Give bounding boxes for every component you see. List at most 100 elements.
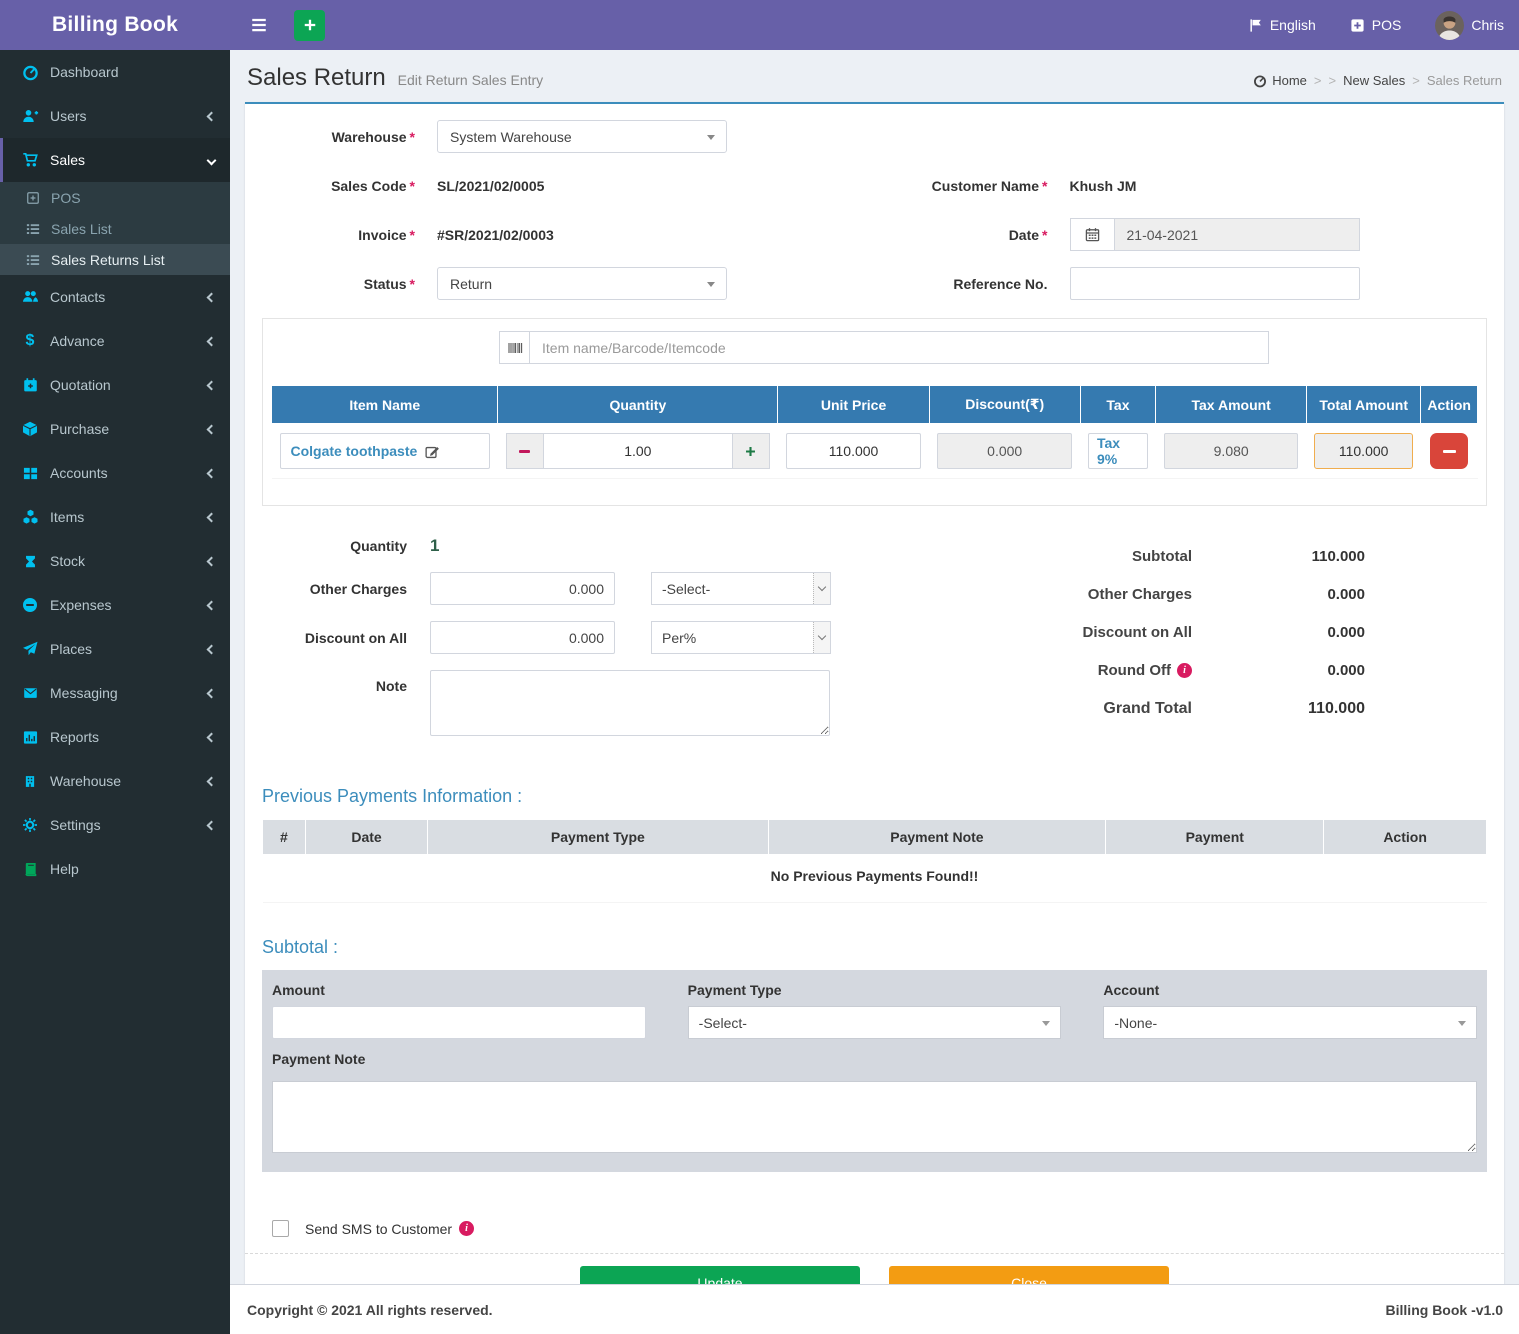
warehouse-select[interactable]: System Warehouse xyxy=(437,120,727,153)
chevron-left-icon xyxy=(207,424,217,434)
sidebar-item-settings[interactable]: Settings xyxy=(0,803,230,847)
sidebar-item-dashboard[interactable]: Dashboard xyxy=(0,50,230,94)
breadcrumb-current: Sales Return xyxy=(1427,73,1502,88)
update-button[interactable]: Update xyxy=(580,1266,860,1284)
quantity-summary-row: Quantity 1 xyxy=(262,536,973,556)
no-payments-message: No Previous Payments Found!! xyxy=(263,855,1487,903)
topbar-main: English POS Chris xyxy=(230,0,1519,50)
payment-type-select[interactable]: -Select- xyxy=(688,1006,1062,1039)
amount-input[interactable] xyxy=(272,1006,646,1039)
sidebar-label: Expenses xyxy=(50,597,208,613)
cubes-icon xyxy=(19,509,41,525)
language-menu[interactable]: English xyxy=(1249,17,1316,33)
date-input[interactable] xyxy=(1114,218,1360,251)
sidebar-label: Places xyxy=(50,641,208,657)
sidebar-item-quotation[interactable]: Quotation xyxy=(0,363,230,407)
chevron-left-icon xyxy=(207,732,217,742)
edit-pencil-icon[interactable] xyxy=(425,444,440,459)
sidebar-item-places[interactable]: Places xyxy=(0,627,230,671)
discount-on-all-input[interactable] xyxy=(430,621,615,654)
calendar-icon[interactable] xyxy=(1070,218,1114,251)
dashboard-gauge-icon xyxy=(19,64,41,81)
other-charges-total-row: Other Charges 0.000 xyxy=(973,586,1488,603)
other-charges-total-value: 0.000 xyxy=(1192,586,1365,603)
quantity-increase-button[interactable] xyxy=(732,433,770,469)
item-name-link[interactable]: Colgate toothpaste xyxy=(280,433,490,469)
send-sms-checkbox[interactable] xyxy=(272,1220,289,1237)
sidebar-item-stock[interactable]: Stock xyxy=(0,539,230,583)
info-icon[interactable] xyxy=(1177,663,1192,678)
tax-amount-input xyxy=(1164,433,1299,469)
account-select[interactable]: -None- xyxy=(1103,1006,1477,1039)
caret-down-icon xyxy=(1458,1021,1466,1026)
amount-label: Amount xyxy=(272,982,646,998)
chevron-left-icon xyxy=(207,688,217,698)
payment-note-textarea[interactable] xyxy=(272,1081,1477,1153)
sidebar-item-expenses[interactable]: Expenses xyxy=(0,583,230,627)
col-payment: Payment xyxy=(1106,820,1324,855)
sidebar-toggle-button[interactable] xyxy=(242,10,276,40)
pos-shortcut[interactable]: POS xyxy=(1350,17,1402,33)
sidebar-item-contacts[interactable]: Contacts xyxy=(0,275,230,319)
subtotal-row: Subtotal 110.000 xyxy=(973,548,1488,565)
sidebar-item-help[interactable]: Help xyxy=(0,847,230,891)
chevron-left-icon xyxy=(207,644,217,654)
sidebar-item-warehouse[interactable]: Warehouse xyxy=(0,759,230,803)
col-item-name: Item Name xyxy=(272,386,498,424)
item-search-input[interactable] xyxy=(529,331,1269,364)
other-charges-input[interactable] xyxy=(430,572,615,605)
sidebar-label: Messaging xyxy=(50,685,208,701)
reference-row: Reference No. xyxy=(895,267,1488,300)
sidebar-item-sales-list[interactable]: Sales List xyxy=(0,213,230,244)
sidebar-label: Stock xyxy=(50,553,208,569)
sidebar-item-reports[interactable]: Reports xyxy=(0,715,230,759)
grand-total-value: 110.000 xyxy=(1192,700,1365,718)
remove-item-button[interactable] xyxy=(1430,433,1468,469)
chevron-left-icon xyxy=(207,336,217,346)
note-textarea[interactable] xyxy=(430,670,830,736)
user-menu[interactable]: Chris xyxy=(1435,11,1504,40)
quantity-decrease-button[interactable] xyxy=(506,433,544,469)
sidebar-item-sales[interactable]: Sales xyxy=(0,138,230,182)
breadcrumb-separator: > xyxy=(1314,73,1322,88)
discount-type-select[interactable]: Per% xyxy=(651,621,831,654)
sidebar-item-users[interactable]: Users xyxy=(0,94,230,138)
unit-price-input[interactable] xyxy=(786,433,922,469)
sidebar-item-advance[interactable]: $ Advance xyxy=(0,319,230,363)
sidebar-label: POS xyxy=(51,190,81,206)
reference-input[interactable] xyxy=(1070,267,1360,300)
discount-total-label: Discount on All xyxy=(1083,624,1192,641)
quantity-input[interactable] xyxy=(544,433,732,469)
other-charges-row: Other Charges -Select- xyxy=(262,572,973,605)
sidebar: Dashboard Users Sales POS xyxy=(0,50,230,1334)
account-field: Account -None- xyxy=(1103,982,1477,1039)
other-charges-total-label: Other Charges xyxy=(1088,586,1192,603)
sidebar-item-accounts[interactable]: Accounts xyxy=(0,451,230,495)
pos-label: POS xyxy=(1372,17,1402,33)
breadcrumb-new-sales[interactable]: New Sales xyxy=(1343,73,1405,88)
sidebar-item-messaging[interactable]: Messaging xyxy=(0,671,230,715)
sidebar-item-pos[interactable]: POS xyxy=(0,182,230,213)
tax-select[interactable]: Tax 9% xyxy=(1088,433,1148,469)
close-button[interactable]: Close xyxy=(889,1266,1169,1284)
divider xyxy=(245,1253,1504,1254)
sidebar-item-purchase[interactable]: Purchase xyxy=(0,407,230,451)
sidebar-label: Settings xyxy=(50,817,208,833)
date-input-group xyxy=(1070,218,1360,251)
info-icon[interactable] xyxy=(459,1221,474,1236)
quick-add-button[interactable] xyxy=(294,10,325,41)
sidebar-item-sales-returns-list[interactable]: Sales Returns List xyxy=(0,244,230,275)
invoice-value: #SR/2021/02/0003 xyxy=(437,227,554,243)
col-tax: Tax xyxy=(1080,386,1156,424)
app-logo[interactable]: Billing Book xyxy=(0,0,230,50)
minus-icon xyxy=(1443,450,1456,453)
other-charges-select[interactable]: -Select- xyxy=(651,572,831,605)
payment-note-label: Payment Note xyxy=(272,1051,1477,1067)
col-discount: Discount(₹) xyxy=(929,386,1080,424)
book-icon xyxy=(19,862,41,877)
breadcrumb-home[interactable]: Home xyxy=(1253,73,1307,88)
status-select[interactable]: Return xyxy=(437,267,727,300)
sidebar-label: Advance xyxy=(50,333,208,349)
sidebar-item-items[interactable]: Items xyxy=(0,495,230,539)
envelope-icon xyxy=(19,686,41,700)
